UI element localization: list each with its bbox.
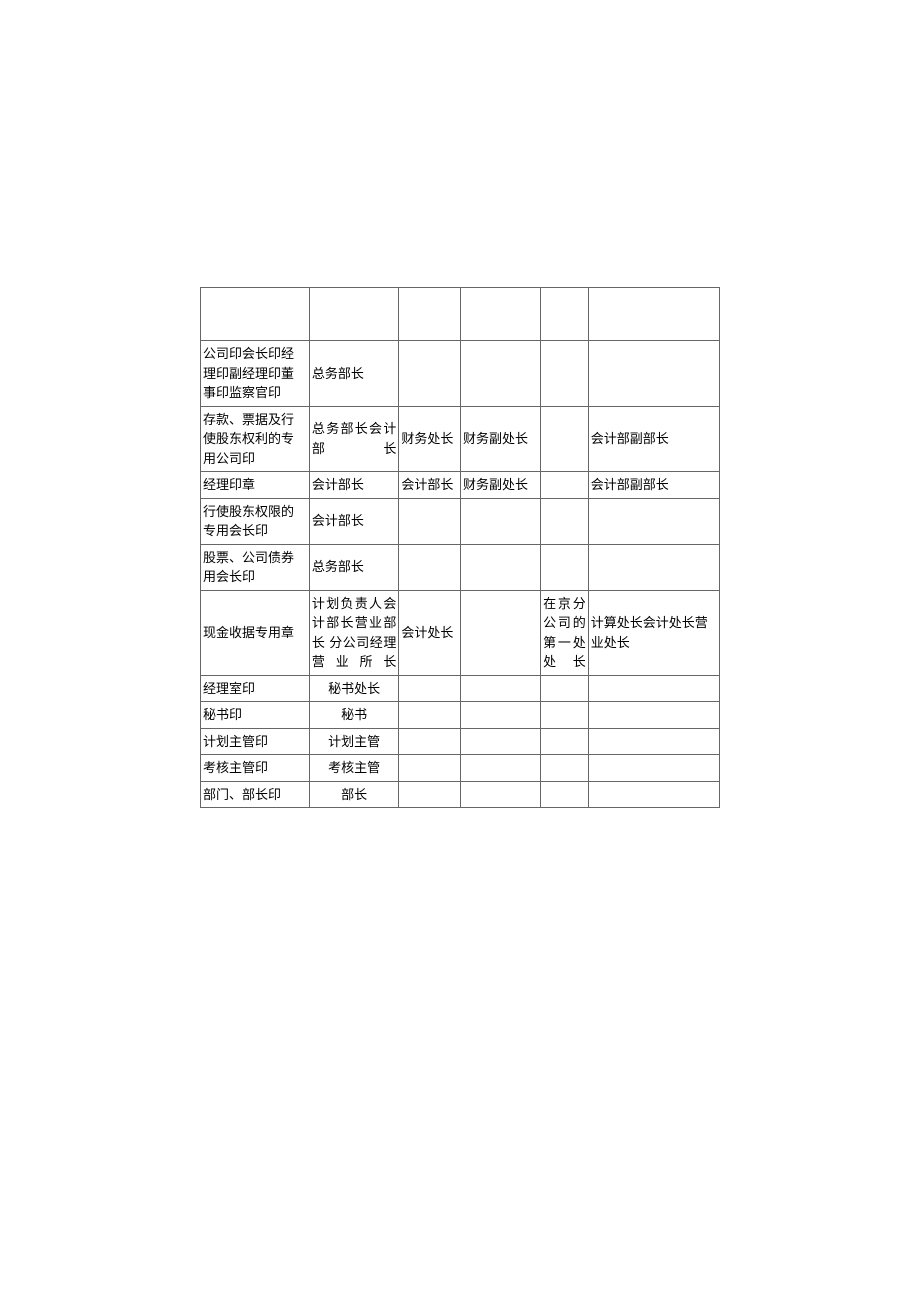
cell bbox=[588, 341, 719, 407]
header-cell bbox=[399, 288, 461, 341]
cell: 财务副处长 bbox=[460, 472, 540, 499]
cell-seal-name: 考核主管印 bbox=[201, 755, 310, 782]
cell bbox=[460, 781, 540, 808]
cell bbox=[460, 702, 540, 729]
header-cell bbox=[588, 288, 719, 341]
table-row: 现金收据专用章 计划负责人会计部长营业部长 分公司经理营业所长 会计处长 在京分… bbox=[201, 590, 720, 675]
cell bbox=[460, 590, 540, 675]
cell-seal-name: 股票、公司债券 用会长印 bbox=[201, 544, 310, 590]
cell: 会计部长 bbox=[309, 498, 398, 544]
cell bbox=[541, 544, 589, 590]
cell bbox=[541, 341, 589, 407]
cell-seal-name: 经理印章 bbox=[201, 472, 310, 499]
cell bbox=[460, 755, 540, 782]
cell: 会计部长 bbox=[309, 472, 398, 499]
cell bbox=[460, 544, 540, 590]
table-row: 计划主管印 计划主管 bbox=[201, 728, 720, 755]
cell: 会计部长 bbox=[399, 472, 461, 499]
cell: 秘书处长 bbox=[309, 675, 398, 702]
cell bbox=[460, 498, 540, 544]
header-cell bbox=[309, 288, 398, 341]
table-row: 秘书印 秘书 bbox=[201, 702, 720, 729]
cell bbox=[588, 781, 719, 808]
cell bbox=[399, 675, 461, 702]
cell bbox=[399, 755, 461, 782]
cell-seal-name: 现金收据专用章 bbox=[201, 590, 310, 675]
cell bbox=[399, 544, 461, 590]
cell: 总务部长会计部长 bbox=[309, 406, 398, 472]
cell bbox=[588, 675, 719, 702]
table-header-row bbox=[201, 288, 720, 341]
cell: 会计处长 bbox=[399, 590, 461, 675]
cell bbox=[399, 781, 461, 808]
table-row: 考核主管印 考核主管 bbox=[201, 755, 720, 782]
cell: 财务副处长 bbox=[460, 406, 540, 472]
cell: 考核主管 bbox=[309, 755, 398, 782]
cell-seal-name: 公司印会长印经理印副经理印董事印监察官印 bbox=[201, 341, 310, 407]
cell-seal-name: 秘书印 bbox=[201, 702, 310, 729]
cell: 秘书 bbox=[309, 702, 398, 729]
cell: 会计部副部长 bbox=[588, 406, 719, 472]
cell-seal-name: 经理室印 bbox=[201, 675, 310, 702]
cell bbox=[588, 702, 719, 729]
cell bbox=[588, 755, 719, 782]
header-cell bbox=[201, 288, 310, 341]
header-cell bbox=[460, 288, 540, 341]
cell bbox=[399, 498, 461, 544]
cell: 在京分公司的第一处处长 bbox=[541, 590, 589, 675]
cell: 计划负责人会计部长营业部长 分公司经理营业所长 bbox=[309, 590, 398, 675]
cell bbox=[588, 544, 719, 590]
cell bbox=[541, 781, 589, 808]
cell-seal-name: 计划主管印 bbox=[201, 728, 310, 755]
cell: 计算处长会计处长营业处长 bbox=[588, 590, 719, 675]
table-row: 公司印会长印经理印副经理印董事印监察官印 总务部长 bbox=[201, 341, 720, 407]
cell bbox=[541, 472, 589, 499]
cell bbox=[399, 341, 461, 407]
cell: 部长 bbox=[309, 781, 398, 808]
cell bbox=[541, 728, 589, 755]
table-row: 经理印章 会计部长 会计部长 财务副处长 会计部副部长 bbox=[201, 472, 720, 499]
table-row: 存款、票据及行使股东权利的专用公司印 总务部长会计部长 财务处长 财务副处长 会… bbox=[201, 406, 720, 472]
header-cell bbox=[541, 288, 589, 341]
cell bbox=[541, 702, 589, 729]
cell: 财务处长 bbox=[399, 406, 461, 472]
cell: 总务部长 bbox=[309, 341, 398, 407]
table-row: 经理室印 秘书处长 bbox=[201, 675, 720, 702]
cell bbox=[588, 728, 719, 755]
cell bbox=[460, 341, 540, 407]
seal-authority-table: 公司印会长印经理印副经理印董事印监察官印 总务部长 存款、票据及行使股东权利的专… bbox=[200, 287, 720, 808]
table: 公司印会长印经理印副经理印董事印监察官印 总务部长 存款、票据及行使股东权利的专… bbox=[200, 287, 720, 808]
cell-seal-name: 部门、部长印 bbox=[201, 781, 310, 808]
cell: 总务部长 bbox=[309, 544, 398, 590]
cell: 会计部副部长 bbox=[588, 472, 719, 499]
cell bbox=[588, 498, 719, 544]
table-row: 股票、公司债券 用会长印 总务部长 bbox=[201, 544, 720, 590]
cell bbox=[460, 728, 540, 755]
table-row: 行使股东权限的专用会长印 会计部长 bbox=[201, 498, 720, 544]
cell bbox=[541, 755, 589, 782]
cell bbox=[399, 728, 461, 755]
cell bbox=[399, 702, 461, 729]
cell-seal-name: 行使股东权限的专用会长印 bbox=[201, 498, 310, 544]
cell: 计划主管 bbox=[309, 728, 398, 755]
cell bbox=[541, 675, 589, 702]
cell-seal-name: 存款、票据及行使股东权利的专用公司印 bbox=[201, 406, 310, 472]
cell bbox=[541, 498, 589, 544]
cell bbox=[460, 675, 540, 702]
table-row: 部门、部长印 部长 bbox=[201, 781, 720, 808]
cell bbox=[541, 406, 589, 472]
